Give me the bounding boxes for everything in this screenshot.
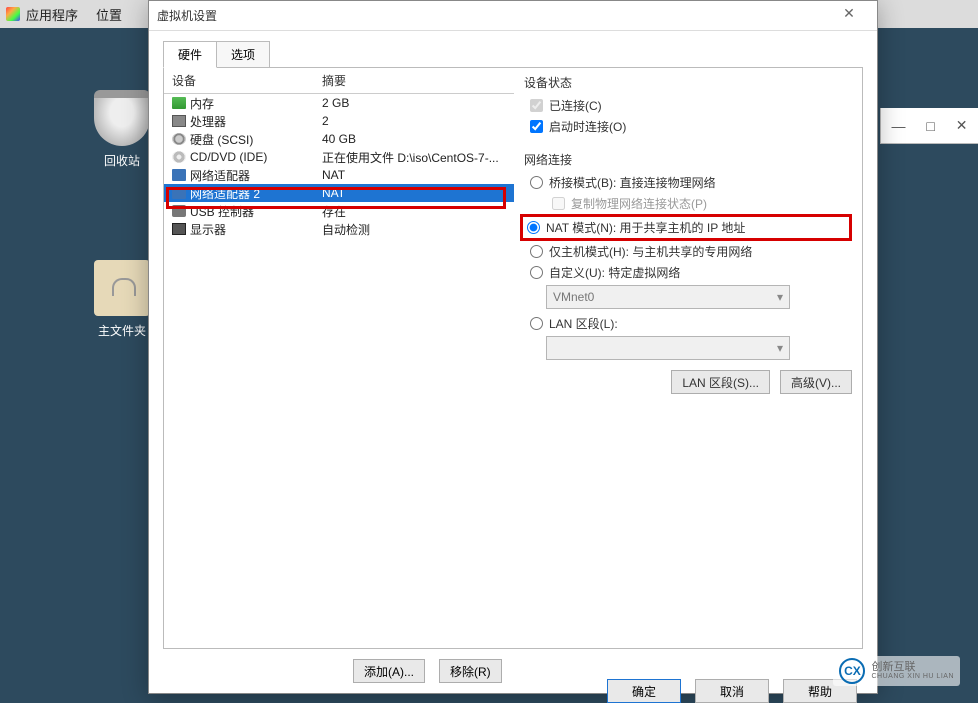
- device-row-cpu[interactable]: 处理器 2: [164, 112, 514, 130]
- check-connect-at-start[interactable]: 启动时连接(O): [524, 116, 852, 137]
- watermark: CX 创新互联 CHUANG XIN HU LIAN: [833, 656, 960, 686]
- group-network-connection: 网络连接: [524, 151, 852, 168]
- tab-options[interactable]: 选项: [216, 41, 270, 68]
- device-row-net2[interactable]: 网络适配器 2 NAT: [164, 184, 514, 202]
- col-summary: 摘要: [322, 72, 346, 89]
- nat-radio[interactable]: [527, 221, 540, 234]
- custom-radio[interactable]: [530, 266, 543, 279]
- device-row-net1[interactable]: 网络适配器 NAT: [164, 166, 514, 184]
- menu-apps[interactable]: 应用程序: [26, 5, 78, 24]
- col-device: 设备: [172, 72, 322, 89]
- cpu-icon: [172, 115, 186, 127]
- lan-radio[interactable]: [530, 317, 543, 330]
- menu-places[interactable]: 位置: [96, 5, 122, 24]
- vm-settings-dialog: 虚拟机设置 ✕ 硬件 选项 设备 摘要 内存 2 GB: [148, 0, 878, 694]
- usb-icon: [172, 205, 186, 217]
- bg-max-icon[interactable]: □: [926, 118, 934, 134]
- connect-start-checkbox[interactable]: [530, 120, 543, 133]
- system-icon: [6, 7, 20, 21]
- dialog-title: 虚拟机设置: [157, 7, 217, 24]
- annotation-highlight-right: NAT 模式(N): 用于共享主机的 IP 地址: [520, 214, 852, 241]
- connected-checkbox: [530, 99, 543, 112]
- disk-icon: [172, 133, 186, 145]
- bridged-radio[interactable]: [530, 176, 543, 189]
- lan-dropdown: [546, 336, 790, 360]
- dialog-titlebar: 虚拟机设置 ✕: [149, 1, 877, 31]
- home-folder-icon: [94, 260, 150, 316]
- advanced-button[interactable]: 高级(V)...: [780, 370, 852, 394]
- device-row-display[interactable]: 显示器 自动检测: [164, 220, 514, 238]
- close-icon[interactable]: ✕: [829, 5, 869, 27]
- ok-button[interactable]: 确定: [607, 679, 681, 703]
- dialog-footer: 确定 取消 帮助: [149, 679, 877, 693]
- trash-icon: [94, 90, 150, 146]
- radio-custom[interactable]: 自定义(U): 特定虚拟网络: [524, 262, 852, 283]
- group-device-state: 设备状态: [524, 74, 852, 91]
- display-icon: [172, 223, 186, 235]
- bg-close-icon[interactable]: ✕: [956, 117, 968, 134]
- vmnet-dropdown: VMnet0: [546, 285, 790, 309]
- device-row-cd[interactable]: CD/DVD (IDE) 正在使用文件 D:\iso\CentOS-7-...: [164, 148, 514, 166]
- device-row-disk[interactable]: 硬盘 (SCSI) 40 GB: [164, 130, 514, 148]
- radio-hostonly[interactable]: 仅主机模式(H): 与主机共享的专用网络: [524, 241, 852, 262]
- cancel-button[interactable]: 取消: [695, 679, 769, 703]
- device-list-header: 设备 摘要: [164, 68, 514, 94]
- watermark-logo-icon: CX: [839, 658, 865, 684]
- hostonly-radio[interactable]: [530, 245, 543, 258]
- network-icon: [172, 187, 186, 199]
- radio-bridged[interactable]: 桥接模式(B): 直接连接物理网络: [524, 172, 852, 193]
- watermark-sub: CHUANG XIN HU LIAN: [871, 673, 954, 681]
- radio-nat[interactable]: NAT 模式(N): 用于共享主机的 IP 地址: [527, 219, 745, 236]
- cd-icon: [172, 151, 186, 163]
- check-connected[interactable]: 已连接(C): [524, 95, 852, 116]
- device-row-memory[interactable]: 内存 2 GB: [164, 94, 514, 112]
- device-list[interactable]: 内存 2 GB 处理器 2 硬盘 (SCSI) 40 GB: [164, 94, 514, 648]
- tab-hardware[interactable]: 硬件: [163, 41, 217, 68]
- background-window-controls: — □ ✕: [880, 108, 978, 144]
- memory-icon: [172, 97, 186, 109]
- tabs: 硬件 选项: [163, 41, 863, 68]
- radio-lan-segment[interactable]: LAN 区段(L):: [524, 313, 852, 334]
- network-icon: [172, 169, 186, 181]
- bg-min-icon[interactable]: —: [891, 118, 905, 134]
- check-replicate: 复制物理网络连接状态(P): [546, 193, 852, 214]
- lan-segments-button[interactable]: LAN 区段(S)...: [671, 370, 770, 394]
- replicate-checkbox: [552, 197, 565, 210]
- settings-panel: 设备状态 已连接(C) 启动时连接(O) 网络连接 桥接模式(B): 直接连接物…: [514, 68, 862, 648]
- watermark-brand: 创新互联: [871, 661, 954, 673]
- device-row-usb[interactable]: USB 控制器 存在: [164, 202, 514, 220]
- device-panel: 设备 摘要 内存 2 GB 处理器 2: [164, 68, 514, 648]
